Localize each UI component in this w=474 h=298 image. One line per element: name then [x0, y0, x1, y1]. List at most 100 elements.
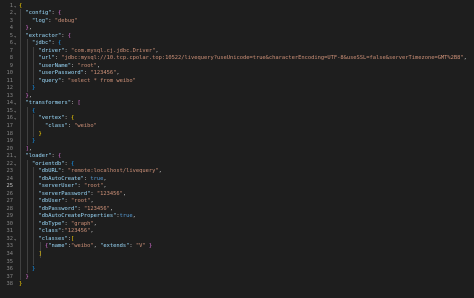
code-token: "dbURL": [38, 168, 62, 175]
code-token: "root": [77, 62, 97, 69]
code-token: ]: [38, 250, 42, 257]
code-token: }: [38, 130, 42, 137]
code-token: }: [19, 281, 23, 288]
code-token: "jdbc:mysql://10.tcp.cpolar.top:10522/li…: [61, 55, 464, 62]
code-token: ,: [28, 25, 32, 32]
code-token: "123456": [64, 228, 91, 235]
code-token: "userPassword": [38, 70, 84, 77]
code-token: [: [70, 235, 75, 242]
code-line[interactable]: 38}: [0, 280, 474, 289]
code-token: "orientdb": [31, 160, 65, 167]
line-number: 38: [6, 281, 14, 288]
code-token: "extends": [100, 243, 130, 250]
code-token: "dbType": [38, 220, 65, 227]
code-token: "driver": [38, 47, 65, 54]
code-token: "graph": [70, 220, 94, 227]
code-token: "123456": [83, 205, 110, 212]
code-token: "transformers": [25, 100, 71, 107]
code-token: true: [119, 213, 133, 220]
code-token: "query": [38, 77, 62, 84]
code-editor[interactable]: 1 ⌄{2 ⌄ "config": {3 "log": "debug" 4 }, 5 ⌄ …: [0, 0, 474, 298]
code-token: "dbAutoCreateProperties": [38, 213, 117, 220]
code-token: "jdbc": [31, 40, 52, 47]
code-token: ,: [103, 175, 107, 182]
code-token: "weibo": [74, 122, 97, 129]
code-token: "url": [38, 55, 55, 62]
code-token: ,: [132, 213, 136, 220]
code-token: }: [148, 243, 153, 250]
code-token: ,: [90, 198, 94, 205]
code-token: "remote:localhost/livequery": [67, 168, 159, 175]
code-token: ,: [155, 47, 159, 54]
code-token: "loader": [25, 153, 52, 160]
code-token: [: [77, 100, 81, 107]
code-token: {: [31, 107, 36, 114]
code-token: "com.mysql.cj.jdbc.Driver": [70, 47, 156, 54]
code-token: "root": [83, 183, 104, 190]
code-token: "userName": [38, 62, 71, 69]
code-token: }: [31, 266, 36, 273]
code-token: ,: [103, 183, 107, 190]
code-token: ,: [28, 145, 32, 152]
code-token: "name": [48, 243, 68, 250]
code-token: ,: [158, 168, 162, 175]
code-token: {: [57, 10, 62, 17]
code-token: {: [57, 40, 62, 47]
code-token: }: [31, 85, 36, 92]
code-token: "dbPassword": [38, 205, 78, 212]
code-token: "dbUser": [38, 198, 65, 205]
code-token: }: [31, 138, 36, 145]
line-code: }: [19, 280, 22, 289]
code-token: ,: [463, 55, 467, 62]
code-token: ,: [93, 220, 97, 227]
code-token: true: [90, 175, 104, 182]
code-token: "dbAutoCreate": [38, 175, 84, 182]
code-token: }: [25, 273, 29, 280]
code-token: "classes": [38, 235, 68, 242]
code-token: ,: [28, 92, 32, 99]
code-token: "extractor": [25, 32, 62, 39]
code-token: "weibo": [70, 243, 94, 250]
code-token: ,: [116, 70, 120, 77]
code-token: {: [67, 32, 71, 39]
code-token: {: [57, 153, 62, 160]
code-token: ,: [109, 205, 114, 212]
code-token: "V": [135, 243, 146, 250]
code-token: {: [70, 115, 75, 122]
code-token: ,: [122, 190, 127, 197]
code-token: "select * from weibo": [67, 77, 136, 84]
code-token: "vertex": [38, 115, 65, 122]
code-token: "class": [44, 122, 68, 129]
code-token: "root": [70, 198, 91, 205]
code-token: "config": [25, 10, 52, 17]
code-token: "debug": [54, 17, 78, 24]
code-token: "123456": [90, 70, 117, 77]
code-token: {: [70, 160, 75, 167]
code-token: "log": [31, 17, 49, 24]
code-token: {: [19, 2, 23, 9]
